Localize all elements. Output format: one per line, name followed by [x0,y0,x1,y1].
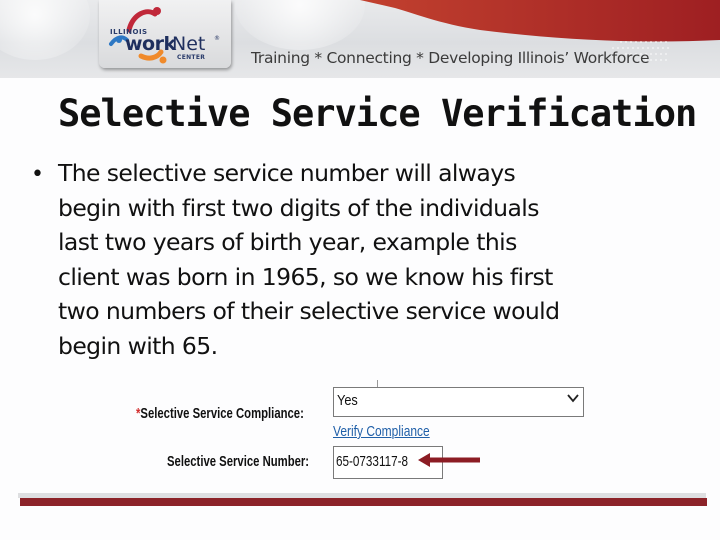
compliance-label: *Selective Service Compliance: [136,406,304,422]
header-tagline: Training * Connecting * Developing Illin… [251,49,650,67]
logo-subtext: CENTER [177,54,206,61]
chevron-down-icon[interactable] [566,391,580,405]
number-label: Selective Service Number: [167,454,310,470]
selective-service-number-value: 65-0733117-8 [336,453,409,470]
bullet-line: begin with first two digits of the indiv… [58,193,539,222]
bullet-line: begin with 65. [58,331,218,360]
compliance-select[interactable] [333,387,584,417]
compliance-label-text: Selective Service Compliance: [140,406,304,422]
bullet-marker: • [31,162,44,187]
bullet-line: client was born in 1965, so we know his … [58,262,553,291]
bullet-text: The selective service number will always… [58,156,708,363]
logo-registered-mark: ® [214,35,220,42]
footer-divider-red [20,498,707,506]
header-banner: ILLINOIS work Net ® CENTER Training * Co… [0,0,720,78]
compliance-select-value: Yes [337,392,358,409]
bullet-line: two numbers of their selective service w… [58,297,560,325]
select-top-edge [333,380,378,387]
verify-compliance-link[interactable]: Verify Compliance [333,423,430,440]
bullet-line: last two years of birth year, example th… [58,228,517,256]
slide-title: Selective Service Verification [58,92,697,135]
bullet-line: The selective service number will always [58,159,516,187]
logo-brand-bold: work [125,33,176,55]
red-arrow-pointer-icon [418,453,480,467]
logo-brand-light: Net [172,33,206,55]
